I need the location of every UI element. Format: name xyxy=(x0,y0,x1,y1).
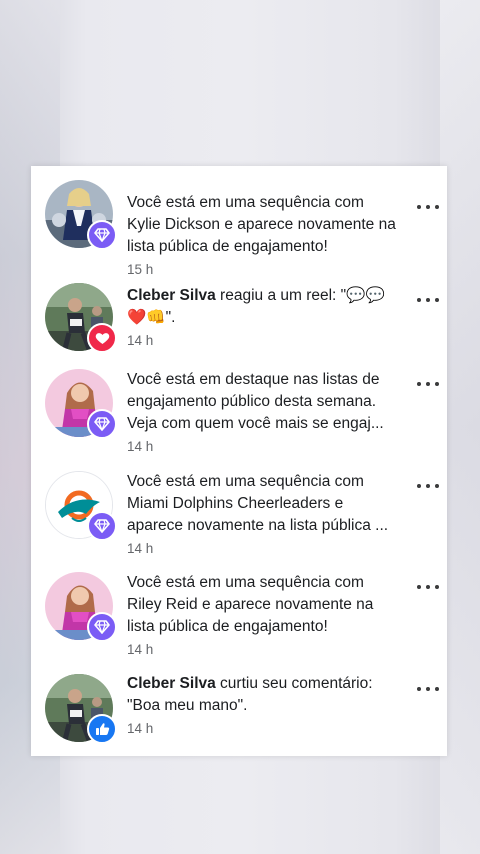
dot-icon xyxy=(426,585,430,589)
notification-content: Você está em uma sequência com Riley Rei… xyxy=(127,572,399,661)
notification-text: Você está em uma sequência com Kylie Dic… xyxy=(127,194,396,255)
more-options-button[interactable] xyxy=(417,682,439,696)
dot-icon xyxy=(417,687,421,691)
diamond-icon xyxy=(94,228,110,242)
dot-icon xyxy=(435,298,439,302)
diamond-icon xyxy=(94,519,110,533)
dot-icon xyxy=(417,484,421,488)
more-options-button[interactable] xyxy=(417,293,439,307)
dot-icon xyxy=(417,585,421,589)
badge xyxy=(87,714,117,744)
heart-icon xyxy=(95,332,109,344)
dot-icon xyxy=(435,484,439,488)
dot-icon xyxy=(435,585,439,589)
notifications-card: Você está em uma sequência com Kylie Dic… xyxy=(31,166,447,756)
dot-icon xyxy=(417,382,421,386)
notification-time: 14 h xyxy=(127,439,154,454)
dot-icon xyxy=(435,687,439,691)
more-options-button[interactable] xyxy=(417,580,439,594)
diamond-icon xyxy=(94,417,110,431)
notification-time: 14 h xyxy=(127,642,154,657)
dot-icon xyxy=(426,687,430,691)
notification-text: Você está em uma sequência com Miami Dol… xyxy=(127,473,389,534)
notification-content: Você está em uma sequência com Kylie Dic… xyxy=(127,192,399,281)
dot-icon xyxy=(417,298,421,302)
thumbs-up-icon xyxy=(95,723,109,735)
badge xyxy=(87,612,117,642)
notification-time: 14 h xyxy=(127,721,154,736)
notification-content: Cleber Silva curtiu seu comentário: "Boa… xyxy=(127,673,399,740)
more-options-button[interactable] xyxy=(417,377,439,391)
diamond-icon xyxy=(94,620,110,634)
notification-time: 14 h xyxy=(127,541,154,556)
notification-text: Cleber Silva reagiu a um reel: "💬💬❤️👊". xyxy=(127,285,399,329)
notification-text: Você está em uma sequência com Riley Rei… xyxy=(127,574,374,635)
notification-text: Você está em destaque nas listas de enga… xyxy=(127,371,384,432)
dot-icon xyxy=(426,382,430,386)
notification-content: Você está em uma sequência com Miami Dol… xyxy=(127,471,399,560)
badge xyxy=(87,323,117,353)
notification-content: Cleber Silva reagiu a um reel: "💬💬❤️👊". … xyxy=(127,285,399,352)
dot-icon xyxy=(426,484,430,488)
notification-time: 15 h xyxy=(127,262,154,277)
notification-content: Você está em destaque nas listas de enga… xyxy=(127,369,399,458)
badge xyxy=(87,511,117,541)
actor-name[interactable]: Cleber Silva xyxy=(127,287,216,304)
more-options-button[interactable] xyxy=(417,200,439,214)
actor-name[interactable]: Cleber Silva xyxy=(127,675,216,692)
notification-text: Cleber Silva curtiu seu comentário: "Boa… xyxy=(127,673,399,717)
badge xyxy=(87,409,117,439)
dot-icon xyxy=(417,205,421,209)
dot-icon xyxy=(435,205,439,209)
dot-icon xyxy=(426,205,430,209)
dot-icon xyxy=(426,298,430,302)
more-options-button[interactable] xyxy=(417,479,439,493)
dot-icon xyxy=(435,382,439,386)
notification-time: 14 h xyxy=(127,333,154,348)
badge xyxy=(87,220,117,250)
